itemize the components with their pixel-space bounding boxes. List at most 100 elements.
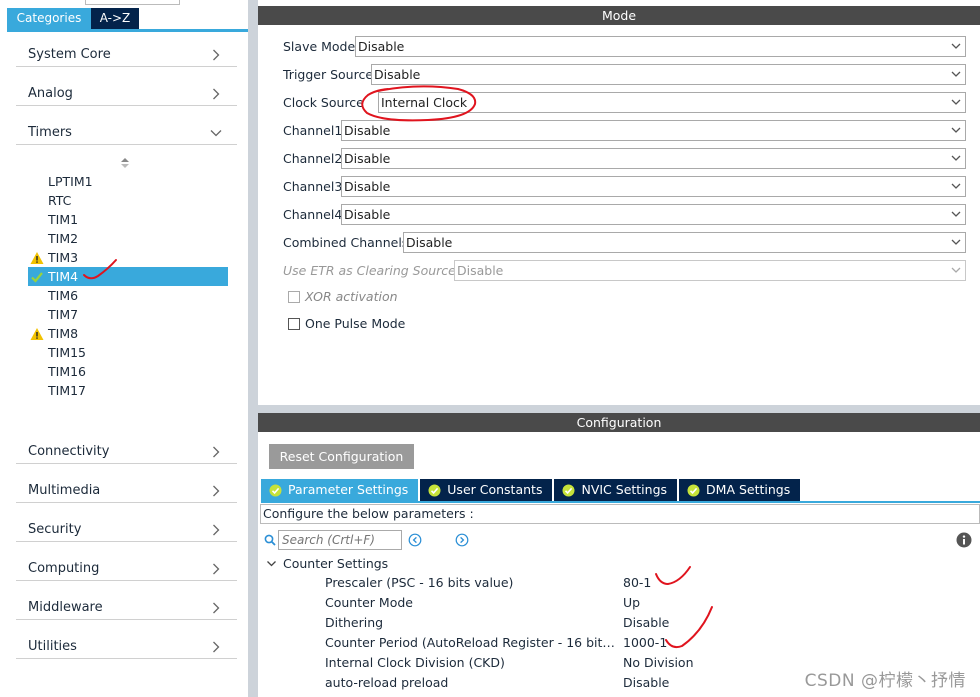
left-tabs: Categories A->Z (7, 8, 139, 29)
tab-nvic-settings[interactable]: NVIC Settings (554, 479, 678, 501)
param-counter-period-autoreload-register-16-bits-value[interactable]: Counter Period (AutoReload Register - 16… (325, 634, 925, 654)
search-next-icon[interactable] (455, 533, 469, 547)
horizontal-divider[interactable] (258, 405, 980, 413)
configuration-header: Configuration (258, 413, 980, 432)
trigger-source-select[interactable]: Disable (371, 64, 966, 85)
category-multimedia[interactable]: Multimedia (16, 477, 237, 503)
panel-divider[interactable] (248, 0, 258, 697)
select-value: Disable (358, 39, 405, 54)
tab-parameter-settings[interactable]: Parameter Settings (261, 479, 419, 501)
tab-dma-settings[interactable]: DMA Settings (679, 479, 801, 501)
select-value: Disable (374, 67, 421, 82)
timer-label: RTC (48, 193, 72, 208)
category-middleware[interactable]: Middleware (16, 594, 237, 620)
timer-item-tim3[interactable]: TIM3 (28, 248, 228, 267)
category-label: Computing (28, 561, 100, 576)
param-name: Internal Clock Division (CKD) (325, 655, 505, 670)
chevron-right-icon[interactable] (209, 445, 223, 459)
channel2-select[interactable]: Disable (341, 148, 966, 169)
tab-label: DMA Settings (706, 482, 791, 497)
chevron-right-icon[interactable] (209, 87, 223, 101)
param-value[interactable]: Disable (623, 615, 669, 630)
slave-mode-select[interactable]: Disable (355, 36, 966, 57)
chevron-down-icon (951, 99, 961, 105)
clock-source-select[interactable]: Internal Clock (378, 92, 966, 113)
param-name: Counter Period (AutoReload Register - 16… (325, 635, 621, 650)
timer-item-tim2[interactable]: TIM2 (28, 229, 228, 248)
timer-list: LPTIM1 RTC TIM1 TIM2 TIM3 TIM4 TIM6 TIM7 TIM8 TIM… (28, 172, 228, 400)
search-icon[interactable] (264, 534, 276, 546)
param-name: Prescaler (PSC - 16 bits value) (325, 575, 514, 590)
check-icon (31, 272, 43, 283)
check-circle-icon (562, 484, 575, 496)
use-etr-as-clearing-source-select: Disable (454, 260, 966, 281)
configuration-tabs: Parameter Settings User Constants NVIC Set… (261, 479, 802, 501)
chevron-right-icon[interactable] (209, 48, 223, 62)
chevron-right-icon[interactable] (209, 484, 223, 498)
field-label: Channel2 (283, 151, 343, 166)
param-value[interactable]: No Division (623, 655, 694, 670)
one-pulse-mode-checkbox[interactable]: One Pulse Mode (288, 316, 488, 334)
param-prescaler-psc-16-bits-value[interactable]: Prescaler (PSC - 16 bits value) 80-1 (325, 574, 925, 594)
param-name: Counter Mode (325, 595, 413, 610)
channel3-select[interactable]: Disable (341, 176, 966, 197)
category-computing[interactable]: Computing (16, 555, 237, 581)
reset-configuration-button[interactable]: Reset Configuration (269, 444, 414, 469)
timer-item-tim17[interactable]: TIM17 (28, 381, 228, 400)
chevron-right-icon[interactable] (209, 640, 223, 654)
info-icon[interactable] (956, 532, 972, 548)
timer-item-tim4[interactable]: TIM4 (28, 267, 228, 286)
sort-icon[interactable] (120, 157, 130, 169)
timer-item-tim16[interactable]: TIM16 (28, 362, 228, 381)
chevron-right-icon[interactable] (209, 601, 223, 615)
timer-item-tim6[interactable]: TIM6 (28, 286, 228, 305)
timer-item-tim1[interactable]: TIM1 (28, 210, 228, 229)
param-counter-mode[interactable]: Counter Mode Up (325, 594, 925, 614)
select-value: Disable (457, 263, 504, 278)
timer-item-tim8[interactable]: TIM8 (28, 324, 228, 343)
param-value[interactable]: 80-1 (623, 575, 651, 590)
category-analog[interactable]: Analog (16, 80, 237, 106)
param-value[interactable]: 1000-1 (623, 635, 667, 650)
combined-channels-select[interactable]: Disable (403, 232, 966, 253)
chevron-down-icon (951, 183, 961, 189)
param-dithering[interactable]: Dithering Disable (325, 614, 925, 634)
checkbox-label: XOR activation (305, 289, 398, 304)
chevron-down-icon[interactable] (266, 558, 277, 569)
timer-label: TIM16 (48, 364, 87, 379)
chevron-right-icon[interactable] (209, 523, 223, 537)
tab-user-constants[interactable]: User Constants (420, 479, 553, 501)
timer-item-rtc[interactable]: RTC (28, 191, 228, 210)
param-name: auto-reload preload (325, 675, 449, 690)
tab-a-to-z[interactable]: A->Z (91, 8, 139, 29)
configuration-panel: Configuration Reset Configuration Parame… (258, 413, 980, 697)
category-utilities[interactable]: Utilities (16, 633, 237, 659)
timer-label: TIM1 (48, 212, 79, 227)
param-name: Dithering (325, 615, 384, 630)
checkbox-box[interactable] (288, 318, 300, 330)
field-channel2: Channel2 Disable (283, 148, 967, 169)
timer-item-tim15[interactable]: TIM15 (28, 343, 228, 362)
param-value[interactable]: Up (623, 595, 640, 610)
category-label: Analog (28, 86, 73, 101)
field-label: Trigger Source (283, 67, 374, 82)
field-use-etr-as-clearing-source: Use ETR as Clearing Source Disable (283, 260, 967, 281)
search-previous-icon[interactable] (408, 533, 422, 547)
param-value[interactable]: Disable (623, 675, 669, 690)
timer-item-tim7[interactable]: TIM7 (28, 305, 228, 324)
timer-item-lptim1[interactable]: LPTIM1 (28, 172, 228, 191)
chevron-down-icon (951, 127, 961, 133)
xor-activation-checkbox: XOR activation (288, 289, 488, 307)
chevron-down-icon[interactable] (209, 126, 223, 140)
category-timers[interactable]: Timers (16, 119, 237, 145)
category-system-core[interactable]: System Core (16, 41, 237, 67)
chevron-right-icon[interactable] (209, 562, 223, 576)
channel4-select[interactable]: Disable (341, 204, 966, 225)
tab-categories[interactable]: Categories (7, 8, 91, 29)
channel1-select[interactable]: Disable (341, 120, 966, 141)
search-input[interactable] (278, 530, 402, 550)
category-connectivity[interactable]: Connectivity (16, 438, 237, 464)
search-row (264, 530, 980, 550)
field-channel1: Channel1 Disable (283, 120, 967, 141)
category-security[interactable]: Security (16, 516, 237, 542)
